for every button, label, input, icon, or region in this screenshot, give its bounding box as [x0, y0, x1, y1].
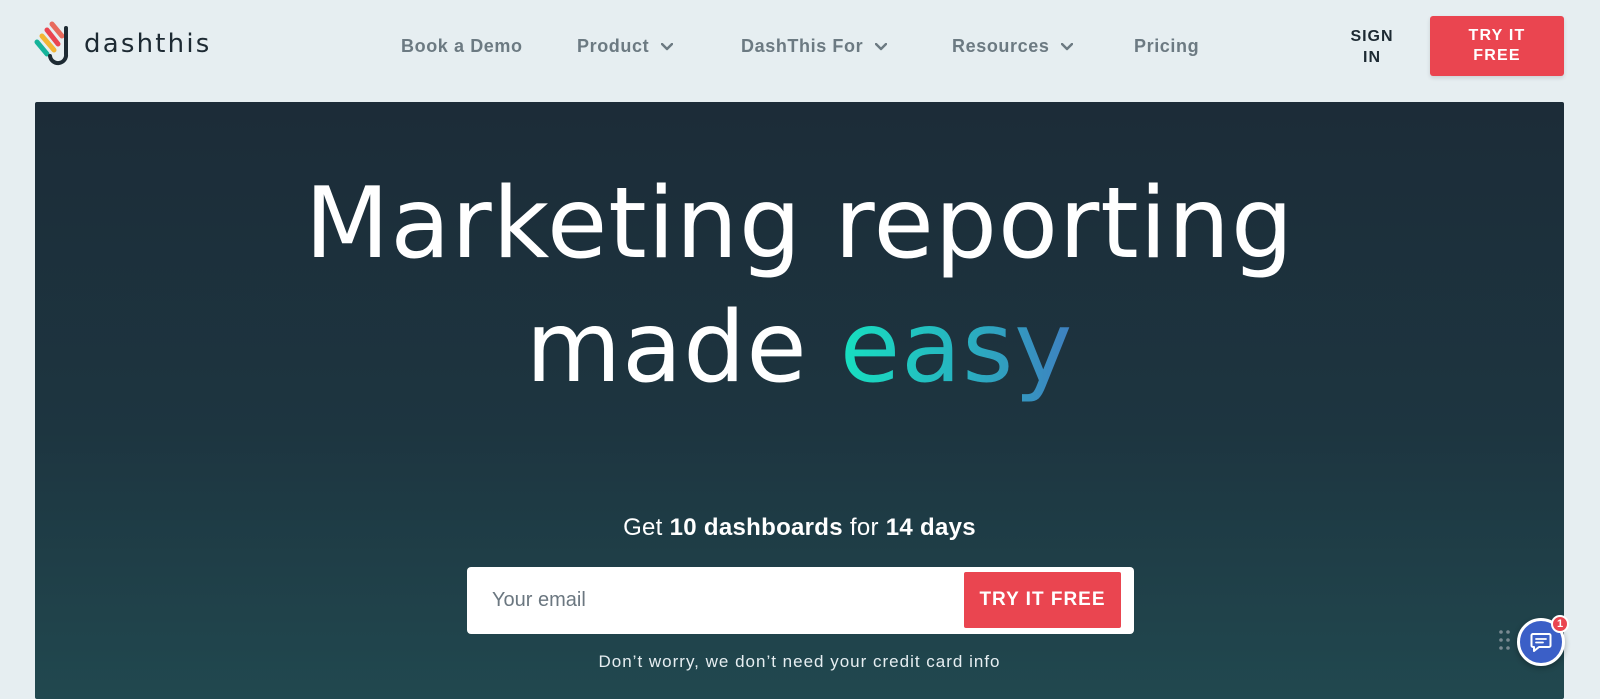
- nav-resources[interactable]: Resources: [952, 36, 1074, 57]
- sign-in-line1: SIGN: [1350, 28, 1394, 45]
- try-line2: FREE: [1473, 47, 1521, 64]
- drag-handle-icon[interactable]: [1499, 629, 1511, 651]
- nav-label: Resources: [952, 36, 1050, 56]
- offer-text: Get 10 dashboards for 14 days: [35, 514, 1564, 542]
- nav-pricing[interactable]: Pricing: [1134, 36, 1199, 57]
- nav-dashthis-for[interactable]: DashThis For: [741, 36, 888, 57]
- sign-in-line2: IN: [1363, 49, 1381, 66]
- try-it-free-header-button[interactable]: TRY IT FREE: [1430, 16, 1564, 76]
- email-input[interactable]: [467, 567, 962, 634]
- offer-days: 14 days: [885, 514, 976, 541]
- try-line1: TRY IT: [1468, 27, 1526, 44]
- headline-line1: Marketing reporting: [304, 167, 1295, 281]
- chevron-down-icon: [661, 42, 674, 50]
- nav-product[interactable]: Product: [577, 36, 674, 57]
- credit-card-disclaimer: Don’t worry, we don’t need your credit c…: [598, 652, 1001, 671]
- headline-prefix: made: [525, 291, 840, 405]
- hero-headline: Marketing reporting made easy: [35, 162, 1564, 410]
- nav-book-demo[interactable]: Book a Demo: [401, 36, 523, 57]
- sign-in-link[interactable]: SIGN IN: [1350, 26, 1394, 68]
- chevron-down-icon: [1061, 42, 1074, 50]
- nav-label: Book a Demo: [401, 36, 523, 56]
- dashthis-logo-icon: [34, 21, 69, 66]
- site-header: dashthis Book a Demo Product DashThis Fo…: [0, 0, 1600, 96]
- chat-notification-badge: 1: [1551, 615, 1569, 633]
- offer-prefix: Get: [623, 514, 670, 541]
- chevron-down-icon: [875, 42, 888, 50]
- chat-bubble-icon: [1530, 633, 1552, 652]
- nav-label: Pricing: [1134, 36, 1200, 56]
- dashthis-logo[interactable]: dashthis: [34, 20, 212, 66]
- nav-label: Product: [577, 36, 650, 56]
- try-it-free-submit-button[interactable]: TRY IT FREE: [964, 572, 1121, 628]
- offer-count: 10 dashboards: [669, 514, 843, 541]
- nav-label: DashThis For: [741, 36, 864, 56]
- headline-accent: easy: [839, 291, 1074, 405]
- hero-section: Marketing reporting made easy Get 10 das…: [35, 102, 1564, 699]
- logo-text: dashthis: [84, 29, 212, 59]
- headline-line2: made easy: [35, 286, 1564, 410]
- offer-mid: for: [842, 514, 886, 541]
- signup-form: TRY IT FREE: [467, 567, 1134, 634]
